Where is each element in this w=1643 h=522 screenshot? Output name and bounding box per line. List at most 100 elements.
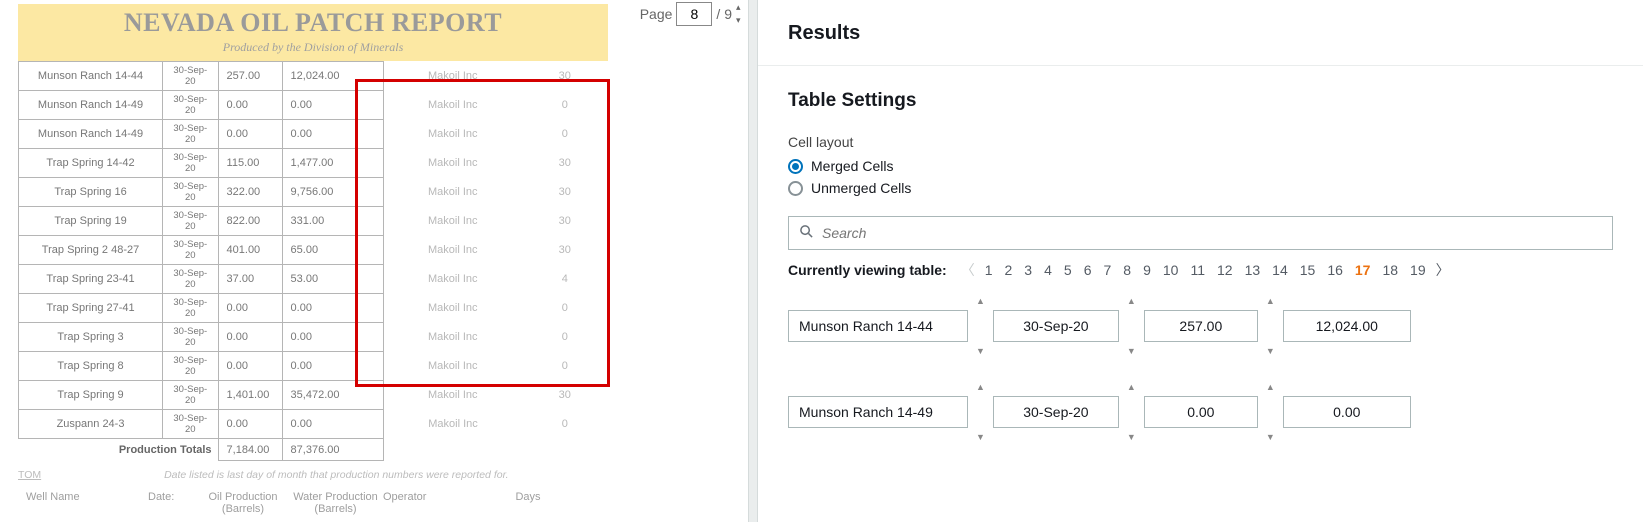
cell-stepper[interactable]: ▲▼: [1127, 380, 1136, 444]
chevron-up-icon[interactable]: ▲: [976, 296, 985, 306]
chevron-up-icon[interactable]: ▲: [976, 382, 985, 392]
cell-date: 30-Sep-20: [163, 236, 218, 265]
cell-well: Trap Spring 3: [19, 323, 163, 352]
cell-stepper[interactable]: ▲▼: [1266, 380, 1275, 444]
pager-page-3[interactable]: 3: [1024, 262, 1032, 278]
table-row: Trap Spring 23-4130-Sep-2037.0053.00Mako…: [19, 265, 608, 294]
pager-page-9[interactable]: 9: [1143, 262, 1151, 278]
chevron-down-icon[interactable]: ▼: [1127, 346, 1136, 356]
page-up-icon[interactable]: ▴: [736, 2, 748, 13]
radio-merged-cells[interactable]: Merged Cells: [788, 158, 1613, 174]
pager-prev-icon[interactable]: 〈: [961, 260, 975, 280]
cell-water: 53.00: [282, 265, 383, 294]
search-icon: [799, 224, 814, 242]
cell-date: 30-Sep-20: [163, 410, 218, 439]
cell-stepper[interactable]: ▲▼: [1127, 294, 1136, 358]
result-cell-oil[interactable]: 0.00: [1144, 396, 1258, 428]
cell-water: 0.00: [282, 323, 383, 352]
chevron-down-icon[interactable]: ▼: [1127, 432, 1136, 442]
pager-page-12[interactable]: 12: [1217, 262, 1233, 278]
pager-page-5[interactable]: 5: [1064, 262, 1072, 278]
pager-page-17[interactable]: 17: [1355, 262, 1371, 278]
cell-days: 0: [522, 91, 607, 120]
cell-date: 30-Sep-20: [163, 62, 218, 91]
cell-oil: 0.00: [218, 91, 282, 120]
chevron-up-icon[interactable]: ▲: [1266, 382, 1275, 392]
table-row: Zuspann 24-330-Sep-200.000.00Makoil Inc0: [19, 410, 608, 439]
radio-unmerged-cells[interactable]: Unmerged Cells: [788, 180, 1613, 196]
pager-page-18[interactable]: 18: [1382, 262, 1398, 278]
pager-page-1[interactable]: 1: [985, 262, 993, 278]
result-cell-date[interactable]: 30-Sep-20: [993, 396, 1119, 428]
result-cell-oil[interactable]: 257.00: [1144, 310, 1258, 342]
cell-water: 12,024.00: [282, 62, 383, 91]
pager-page-7[interactable]: 7: [1103, 262, 1111, 278]
document-preview-pane: Page / 9 ▴ ▾ NEVADA OIL PATCH REPORT Pro…: [0, 0, 748, 522]
table-settings-title: Table Settings: [788, 90, 1613, 112]
chevron-down-icon[interactable]: ▼: [1266, 346, 1275, 356]
pager-page-4[interactable]: 4: [1044, 262, 1052, 278]
pager-page-2[interactable]: 2: [1005, 262, 1013, 278]
radio-merged-label: Merged Cells: [811, 158, 893, 174]
pager-page-11[interactable]: 11: [1190, 262, 1205, 278]
cell-date: 30-Sep-20: [163, 381, 218, 410]
cell-water: 331.00: [282, 207, 383, 236]
page-spinner: ▴ ▾: [736, 2, 748, 26]
report-document: NEVADA OIL PATCH REPORT Produced by the …: [18, 4, 608, 522]
pager-page-10[interactable]: 10: [1163, 262, 1179, 278]
cell-oil: 0.00: [218, 323, 282, 352]
cell-stepper[interactable]: ▲▼: [976, 294, 985, 358]
search-input[interactable]: [822, 225, 1602, 241]
radio-checked-icon: [788, 159, 803, 174]
cell-stepper[interactable]: ▲▼: [976, 380, 985, 444]
footnote-text: Date listed is last day of month that pr…: [164, 469, 509, 481]
result-cell-water[interactable]: 12,024.00: [1283, 310, 1411, 342]
cell-well: Trap Spring 8: [19, 352, 163, 381]
pager-page-13[interactable]: 13: [1245, 262, 1261, 278]
cell-oil: 1,401.00: [218, 381, 282, 410]
table-row: Trap Spring 1630-Sep-20322.009,756.00Mak…: [19, 178, 608, 207]
cell-days: 30: [522, 62, 607, 91]
pager-page-14[interactable]: 14: [1272, 262, 1288, 278]
chevron-up-icon[interactable]: ▲: [1127, 296, 1136, 306]
pager-page-6[interactable]: 6: [1084, 262, 1092, 278]
cell-water: 0.00: [282, 352, 383, 381]
cell-stepper[interactable]: ▲▼: [1266, 294, 1275, 358]
footnote-tom: TOM: [18, 469, 41, 481]
totals-oil: 7,184.00: [218, 439, 282, 461]
result-cell-water[interactable]: 0.00: [1283, 396, 1411, 428]
chevron-up-icon[interactable]: ▲: [1266, 296, 1275, 306]
table-row: Munson Ranch 14-4930-Sep-200.000.00Makoi…: [19, 91, 608, 120]
report-subtitle: Produced by the Division of Minerals: [18, 40, 608, 55]
result-cell-date[interactable]: 30-Sep-20: [993, 310, 1119, 342]
cell-water: 0.00: [282, 120, 383, 149]
pager-page-15[interactable]: 15: [1300, 262, 1316, 278]
result-cell-well[interactable]: Munson Ranch 14-44: [788, 310, 968, 342]
chevron-up-icon[interactable]: ▲: [1127, 382, 1136, 392]
cell-days: 0: [522, 352, 607, 381]
cell-water: 65.00: [282, 236, 383, 265]
page-down-icon[interactable]: ▾: [736, 15, 748, 26]
pane-divider[interactable]: [748, 0, 758, 522]
pager-next-icon[interactable]: 〉: [1436, 260, 1450, 280]
cell-date: 30-Sep-20: [163, 294, 218, 323]
cell-operator: Makoil Inc: [383, 62, 522, 91]
chevron-down-icon[interactable]: ▼: [976, 432, 985, 442]
table-settings-block: Table Settings Cell layout Merged Cells …: [758, 66, 1643, 444]
cell-oil: 0.00: [218, 294, 282, 323]
pager-page-8[interactable]: 8: [1123, 262, 1131, 278]
report-table: Munson Ranch 14-4430-Sep-20257.0012,024.…: [18, 61, 608, 461]
table-row: Munson Ranch 14-4930-Sep-200.000.00Makoi…: [19, 120, 608, 149]
radio-unchecked-icon: [788, 181, 803, 196]
page-number-input[interactable]: [676, 2, 712, 26]
pager-page-19[interactable]: 19: [1410, 262, 1426, 278]
col-oil: Oil Production (Barrels): [198, 491, 288, 515]
chevron-down-icon[interactable]: ▼: [976, 346, 985, 356]
cell-oil: 822.00: [218, 207, 282, 236]
pager-page-16[interactable]: 16: [1327, 262, 1343, 278]
search-box[interactable]: [788, 216, 1613, 250]
chevron-down-icon[interactable]: ▼: [1266, 432, 1275, 442]
col-well: Well Name: [18, 491, 148, 515]
result-cell-well[interactable]: Munson Ranch 14-49: [788, 396, 968, 428]
cell-days: 30: [522, 236, 607, 265]
